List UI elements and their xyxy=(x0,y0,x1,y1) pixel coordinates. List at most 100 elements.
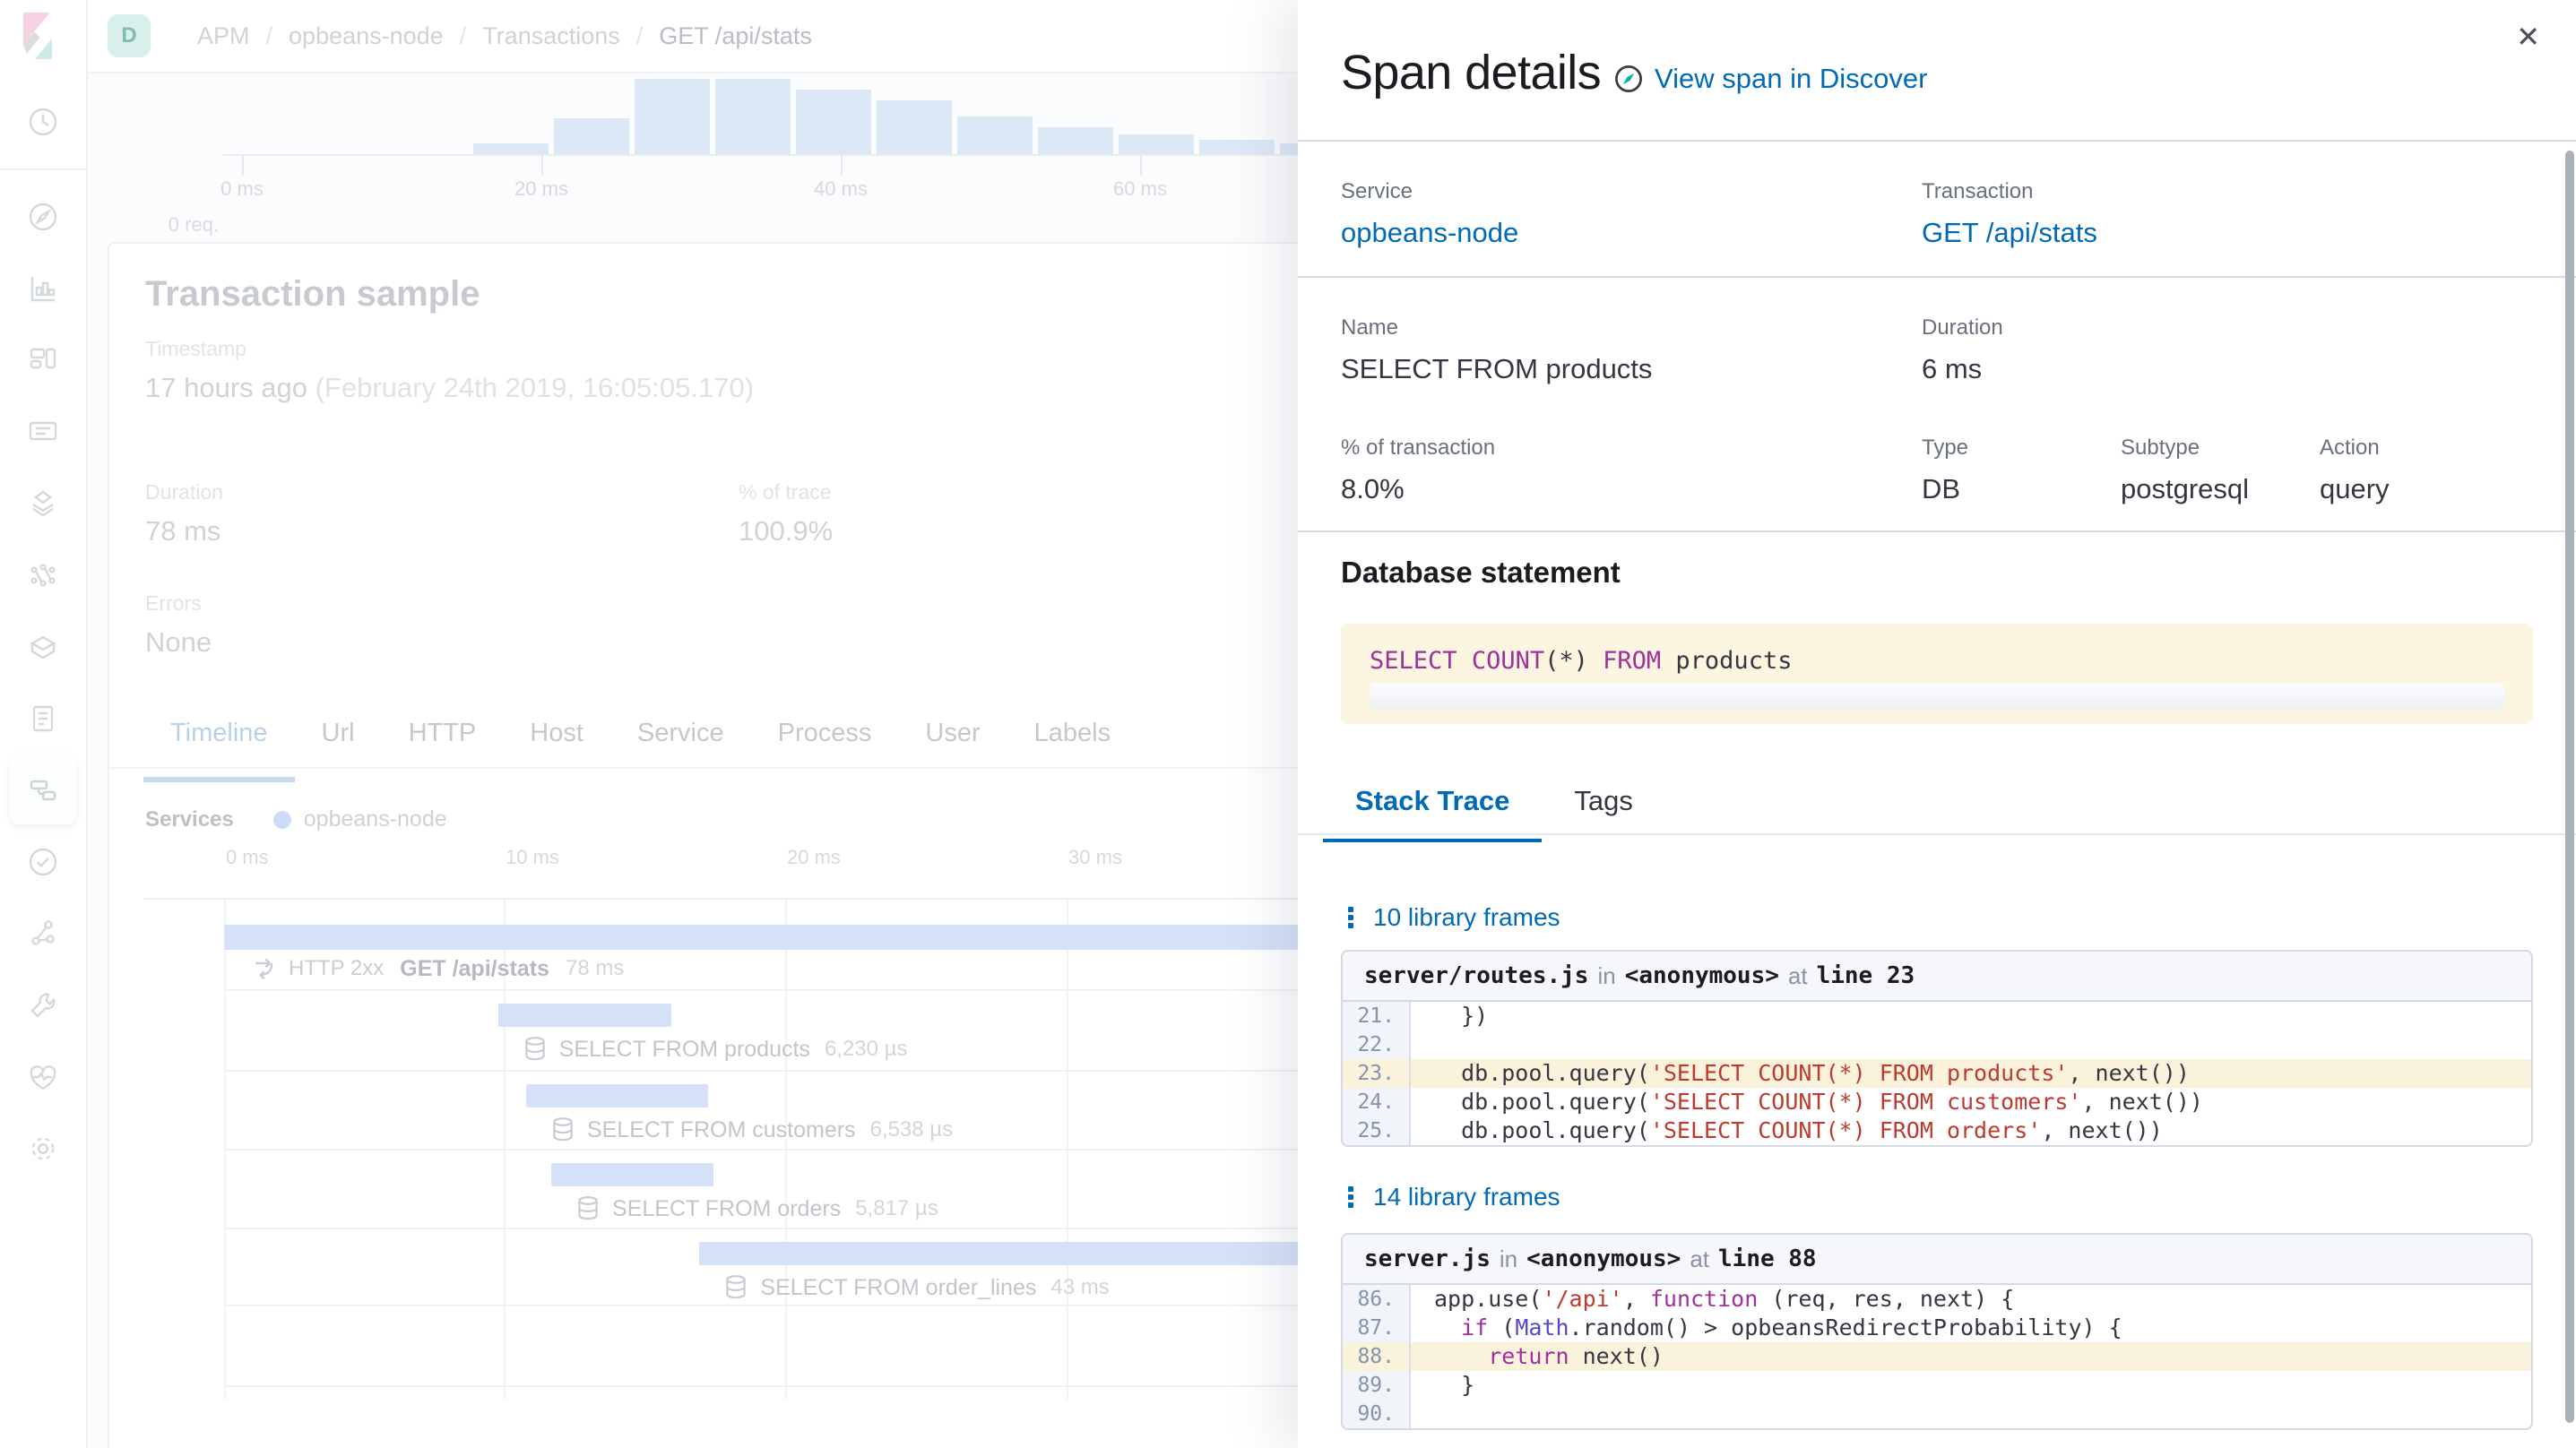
stack-frame-header: server/routes.jsin<anonymous>atline 23 xyxy=(1343,952,2531,1002)
sidebar-item-uptime[interactable] xyxy=(0,826,86,898)
histogram-bar[interactable] xyxy=(715,79,791,154)
code-text: db.pool.query('SELECT COUNT(*) FROM prod… xyxy=(1411,1059,2190,1088)
tab-stack-trace[interactable]: Stack Trace xyxy=(1323,771,1542,842)
sidebar-item-canvas[interactable] xyxy=(0,396,86,468)
span-duration: 6,538 µs xyxy=(870,1117,954,1142)
transaction-status: HTTP 2xx xyxy=(289,956,384,981)
kibana-logo-icon[interactable] xyxy=(20,9,66,63)
histogram-bar[interactable] xyxy=(1119,134,1194,154)
sidebar-item-maps[interactable] xyxy=(0,468,86,539)
code-text: } xyxy=(1411,1371,1474,1400)
sidebar-item-infrastructure[interactable] xyxy=(0,611,86,683)
recent-clock-icon[interactable] xyxy=(0,86,86,158)
breadcrumb-separator: / xyxy=(460,22,467,50)
stack-frame-code: 86.app.use('/api', function (req, res, n… xyxy=(1343,1285,2531,1428)
waterfall-x-tick-label: 20 ms xyxy=(787,846,841,869)
sidebar-item-management[interactable] xyxy=(0,1113,86,1185)
flyout-scrollbar[interactable] xyxy=(2565,151,2574,1423)
histogram-bar[interactable] xyxy=(473,143,549,154)
service-link[interactable]: opbeans-node xyxy=(1341,217,1518,249)
transaction-label[interactable]: HTTP 2xxGET /api/stats78 ms xyxy=(253,953,624,984)
histogram-bar[interactable] xyxy=(796,90,871,154)
transaction-link[interactable]: GET /api/stats xyxy=(1922,217,2097,249)
sidebar-item-devtools[interactable] xyxy=(0,970,86,1041)
frame-function: <anonymous> xyxy=(1625,962,1779,989)
stack-frame: server/routes.jsin<anonymous>atline 2321… xyxy=(1341,950,2533,1147)
sidebar-item-apm[interactable] xyxy=(0,754,86,826)
library-frames-toggle[interactable]: 10 library frames xyxy=(1341,903,1560,932)
action-value: query xyxy=(2320,473,2390,505)
span-label[interactable]: SELECT FROM products6,230 µs xyxy=(523,1034,908,1064)
frame-file: server.js xyxy=(1364,1245,1491,1272)
histogram-tick-mark xyxy=(541,154,543,176)
span-name: SELECT FROM products xyxy=(559,1037,810,1063)
breadcrumb-item[interactable]: opbeans-node xyxy=(289,22,444,50)
line-number: 22. xyxy=(1343,1030,1411,1059)
histogram-tick-mark xyxy=(242,154,244,176)
line-number: 87. xyxy=(1343,1314,1411,1342)
service-label: Service xyxy=(1341,179,1518,204)
histogram-bar[interactable] xyxy=(554,118,629,154)
space-avatar[interactable]: D xyxy=(108,14,151,57)
code-line: 87. if (Math.random() > opbeansRedirectP… xyxy=(1343,1314,2531,1342)
waterfall-x-tick-label: 10 ms xyxy=(506,846,559,869)
flyout-divider xyxy=(1298,276,2576,278)
library-frames-toggle[interactable]: 14 library frames xyxy=(1341,1183,1560,1211)
sidebar-item-visualize[interactable] xyxy=(0,253,86,324)
code-line: 89. } xyxy=(1343,1371,2531,1400)
span-label[interactable]: SELECT FROM order_lines 43 ms xyxy=(724,1272,1109,1303)
span-label[interactable]: SELECT FROM orders5,817 µs xyxy=(576,1194,938,1224)
span-label[interactable]: SELECT FROM customers6,538 µs xyxy=(551,1115,953,1145)
span-bar[interactable] xyxy=(526,1084,708,1108)
code-line: 22. xyxy=(1343,1030,2531,1059)
histogram-tick-mark xyxy=(1140,154,1142,176)
library-frames-count: 10 library frames xyxy=(1373,903,1560,932)
breadcrumb-item[interactable]: Transactions xyxy=(482,22,620,50)
histogram-bar[interactable] xyxy=(1038,127,1113,154)
breadcrumb-item[interactable]: GET /api/stats xyxy=(659,22,812,50)
flyout-tabs-divider xyxy=(1298,833,2576,835)
breadcrumb-item[interactable]: APM xyxy=(197,22,250,50)
action-label: Action xyxy=(2320,435,2390,461)
close-icon[interactable]: ✕ xyxy=(2505,18,2551,56)
span-name: SELECT FROM orders xyxy=(612,1196,841,1222)
pct-transaction-label: % of transaction xyxy=(1341,435,1495,461)
sidebar-item-dashboard[interactable] xyxy=(0,324,86,396)
sidebar-item-logs[interactable] xyxy=(0,683,86,754)
frame-in-word: in xyxy=(1500,1245,1517,1273)
span-bar[interactable] xyxy=(498,1004,671,1027)
breadcrumb-separator: / xyxy=(636,22,644,50)
code-text: if (Math.random() > opbeansRedirectProba… xyxy=(1411,1314,2122,1342)
span-bar[interactable] xyxy=(551,1163,713,1186)
tab-tags[interactable]: Tags xyxy=(1542,771,1664,842)
stack-frame-code: 21. })22.23. db.pool.query('SELECT COUNT… xyxy=(1343,1002,2531,1145)
span-duration-value: 6 ms xyxy=(1922,353,2003,385)
sidebar-item-discover[interactable] xyxy=(0,181,86,253)
sidebar-item-graph[interactable] xyxy=(0,898,86,970)
subtype-value: postgresql xyxy=(2121,473,2249,505)
line-number: 21. xyxy=(1343,1002,1411,1030)
type-label: Type xyxy=(1922,435,1968,461)
code-line: 23. db.pool.query('SELECT COUNT(*) FROM … xyxy=(1343,1059,2531,1088)
sidebar-item-monitoring[interactable] xyxy=(0,1041,86,1113)
code-text: db.pool.query('SELECT COUNT(*) FROM cust… xyxy=(1411,1088,2203,1116)
histogram-bar[interactable] xyxy=(877,100,952,154)
library-frames-count: 14 library frames xyxy=(1373,1183,1560,1211)
span-name: SELECT FROM order_lines xyxy=(760,1275,1036,1301)
histogram-bar[interactable] xyxy=(1199,140,1275,154)
line-number: 89. xyxy=(1343,1371,1411,1400)
flyout-tabs: Stack Trace Tags xyxy=(1323,771,1665,842)
histogram-bar[interactable] xyxy=(635,79,710,154)
histogram-bar[interactable] xyxy=(957,116,1033,154)
line-number: 25. xyxy=(1343,1116,1411,1145)
type-value: DB xyxy=(1922,473,1968,505)
sidebar-nav xyxy=(0,86,86,1185)
line-number: 23. xyxy=(1343,1059,1411,1088)
view-span-in-discover-link[interactable]: View span in Discover xyxy=(1613,63,1927,95)
span-duration: 43 ms xyxy=(1050,1275,1109,1300)
sidebar-item-machine-learning[interactable] xyxy=(0,539,86,611)
frame-at-word: at xyxy=(1788,962,1808,990)
frame-line: line 23 xyxy=(1817,962,1915,989)
code-text: return next() xyxy=(1411,1342,1664,1371)
histogram-x-tick-label: 20 ms xyxy=(488,177,595,201)
